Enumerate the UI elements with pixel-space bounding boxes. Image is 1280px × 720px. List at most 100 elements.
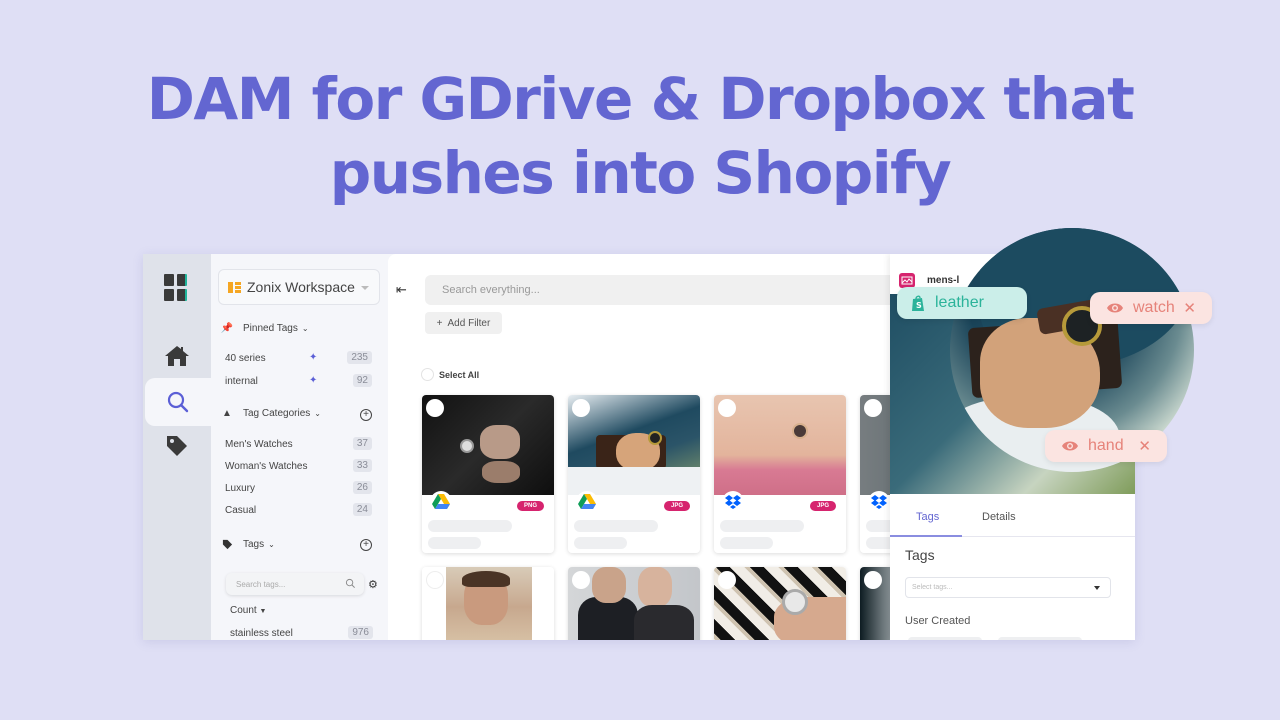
workspace-icon <box>228 281 241 293</box>
svg-text:S: S <box>916 301 922 310</box>
tag-label: stainless steel <box>230 627 293 639</box>
file-type-badge: JPG <box>809 501 836 511</box>
category-item[interactable]: Woman's Watches 33 <box>225 458 372 474</box>
workspace-name: Zonix Workspace <box>247 279 355 295</box>
pinned-tag-item[interactable]: internal ✦ 92 <box>225 373 372 389</box>
tag-categories-header[interactable]: ▲ Tag Categories ⌄ <box>220 408 321 419</box>
select-checkbox[interactable] <box>426 571 444 589</box>
category-count: 24 <box>352 503 372 516</box>
select-checkbox[interactable] <box>426 399 444 417</box>
category-count: 37 <box>352 437 372 450</box>
asset-card[interactable] <box>568 567 700 640</box>
eye-icon <box>1107 303 1123 313</box>
category-label: Luxury <box>225 482 256 494</box>
select-tags-placeholder: Select tags... <box>912 584 953 591</box>
eye-icon <box>1062 441 1078 451</box>
select-checkbox[interactable] <box>864 571 882 589</box>
skeleton-line <box>574 520 658 532</box>
tag-icon <box>167 436 187 456</box>
select-checkbox[interactable] <box>864 399 882 417</box>
dropbox-icon <box>868 491 890 513</box>
tab-details[interactable]: Details <box>982 511 1016 523</box>
select-checkbox[interactable] <box>718 571 736 589</box>
search-tags-input[interactable]: Search tags... <box>226 573 364 595</box>
home-icon <box>165 346 189 366</box>
remove-tag-icon[interactable]: ✕ <box>1183 299 1196 317</box>
gear-icon[interactable]: ⚙ <box>368 578 378 591</box>
asset-card[interactable]: JPG <box>714 395 846 553</box>
tag-label: 40 series <box>225 352 266 364</box>
search-tags-placeholder: Search tags... <box>236 579 286 589</box>
select-checkbox[interactable] <box>572 571 590 589</box>
asset-card[interactable] <box>422 567 554 640</box>
file-name: mens-l <box>927 275 960 286</box>
chevron-down-icon <box>361 286 369 290</box>
category-item[interactable]: Luxury 26 <box>225 480 372 496</box>
collapse-sidebar-icon[interactable]: ⇤ <box>396 282 407 298</box>
tag-count: 976 <box>348 626 373 639</box>
pin-icon: 📌 <box>220 323 234 334</box>
tab-tags[interactable]: Tags <box>916 511 939 523</box>
add-tag-button[interactable]: + <box>360 539 372 551</box>
pinned-tag-item[interactable]: 40 series ✦ 235 <box>225 350 372 366</box>
select-checkbox[interactable] <box>572 399 590 417</box>
sort-dropdown[interactable]: Count ▼ <box>230 605 266 616</box>
ai-tag-chip[interactable]: watch ✕ <box>1090 292 1212 324</box>
caret-down-icon: ▼ <box>259 608 267 615</box>
category-label: Casual <box>225 504 257 516</box>
active-tab-indicator <box>890 535 962 537</box>
icon-rail <box>143 254 211 640</box>
asset-card[interactable]: JPG <box>568 395 700 553</box>
category-item[interactable]: Casual 24 <box>225 502 372 518</box>
plus-icon: + <box>436 317 443 329</box>
rail-home[interactable] <box>143 332 211 380</box>
pinned-tags-title: Pinned Tags <box>243 323 298 334</box>
add-category-button[interactable]: + <box>360 409 372 421</box>
sort-label: Count <box>230 605 257 616</box>
search-placeholder: Search everything... <box>442 284 540 296</box>
shopify-icon: S <box>912 295 924 311</box>
pin-icon[interactable]: ✦ <box>309 352 317 363</box>
caret-down-icon <box>1094 586 1100 590</box>
tags-header[interactable]: Tags ⌄ <box>220 539 275 550</box>
user-created-label: User Created <box>905 615 971 627</box>
google-drive-icon <box>430 491 452 513</box>
pin-icon[interactable]: ✦ <box>309 375 317 386</box>
tag-count: 92 <box>352 374 372 387</box>
category-count: 33 <box>352 459 372 472</box>
google-drive-icon <box>576 491 598 513</box>
grid-logo-icon[interactable] <box>164 274 188 302</box>
select-all-label: Select All <box>439 369 480 380</box>
tags-section-title: Tags <box>905 547 935 563</box>
asset-card[interactable] <box>714 567 846 640</box>
search-everything-input[interactable]: Search everything... <box>425 275 905 305</box>
select-tags-dropdown[interactable]: Select tags... <box>905 577 1111 598</box>
tags-title: Tags <box>243 539 265 550</box>
checkbox-circle[interactable] <box>421 368 434 381</box>
shopify-tag-chip[interactable]: S leather <box>897 287 1027 319</box>
tag-count: 235 <box>347 351 372 364</box>
panel-tabs: Tags Details <box>890 497 1135 537</box>
asset-card[interactable]: PNG <box>422 395 554 553</box>
ai-tag-chip[interactable]: hand ✕ <box>1045 430 1167 462</box>
rail-search[interactable] <box>145 378 211 426</box>
remove-tag-icon[interactable]: ✕ <box>1138 437 1151 455</box>
search-icon <box>167 391 189 413</box>
select-all-checkbox[interactable]: Select All <box>421 368 479 381</box>
skeleton-line <box>574 537 627 549</box>
tag-icon <box>220 539 234 550</box>
workspace-selector[interactable]: Zonix Workspace <box>218 269 380 305</box>
sidebar: Zonix Workspace 📌 Pinned Tags ⌄ 40 serie… <box>211 254 388 640</box>
category-label: Woman's Watches <box>225 460 308 472</box>
add-filter-button[interactable]: + Add Filter <box>425 312 502 334</box>
rail-tags[interactable] <box>143 422 211 470</box>
category-item[interactable]: Men's Watches 37 <box>225 436 372 452</box>
shapes-icon: ▲ <box>222 408 232 419</box>
headline-line-2: pushes into Shopify <box>329 139 952 207</box>
tag-item[interactable]: stainless steel 976 <box>230 625 373 640</box>
image-file-icon <box>899 273 915 288</box>
tag-categories-title: Tag Categories <box>243 408 311 419</box>
headline: DAM for GDrive & Dropbox that pushes int… <box>0 62 1280 210</box>
select-checkbox[interactable] <box>718 399 736 417</box>
pinned-tags-header[interactable]: 📌 Pinned Tags ⌄ <box>220 323 309 334</box>
